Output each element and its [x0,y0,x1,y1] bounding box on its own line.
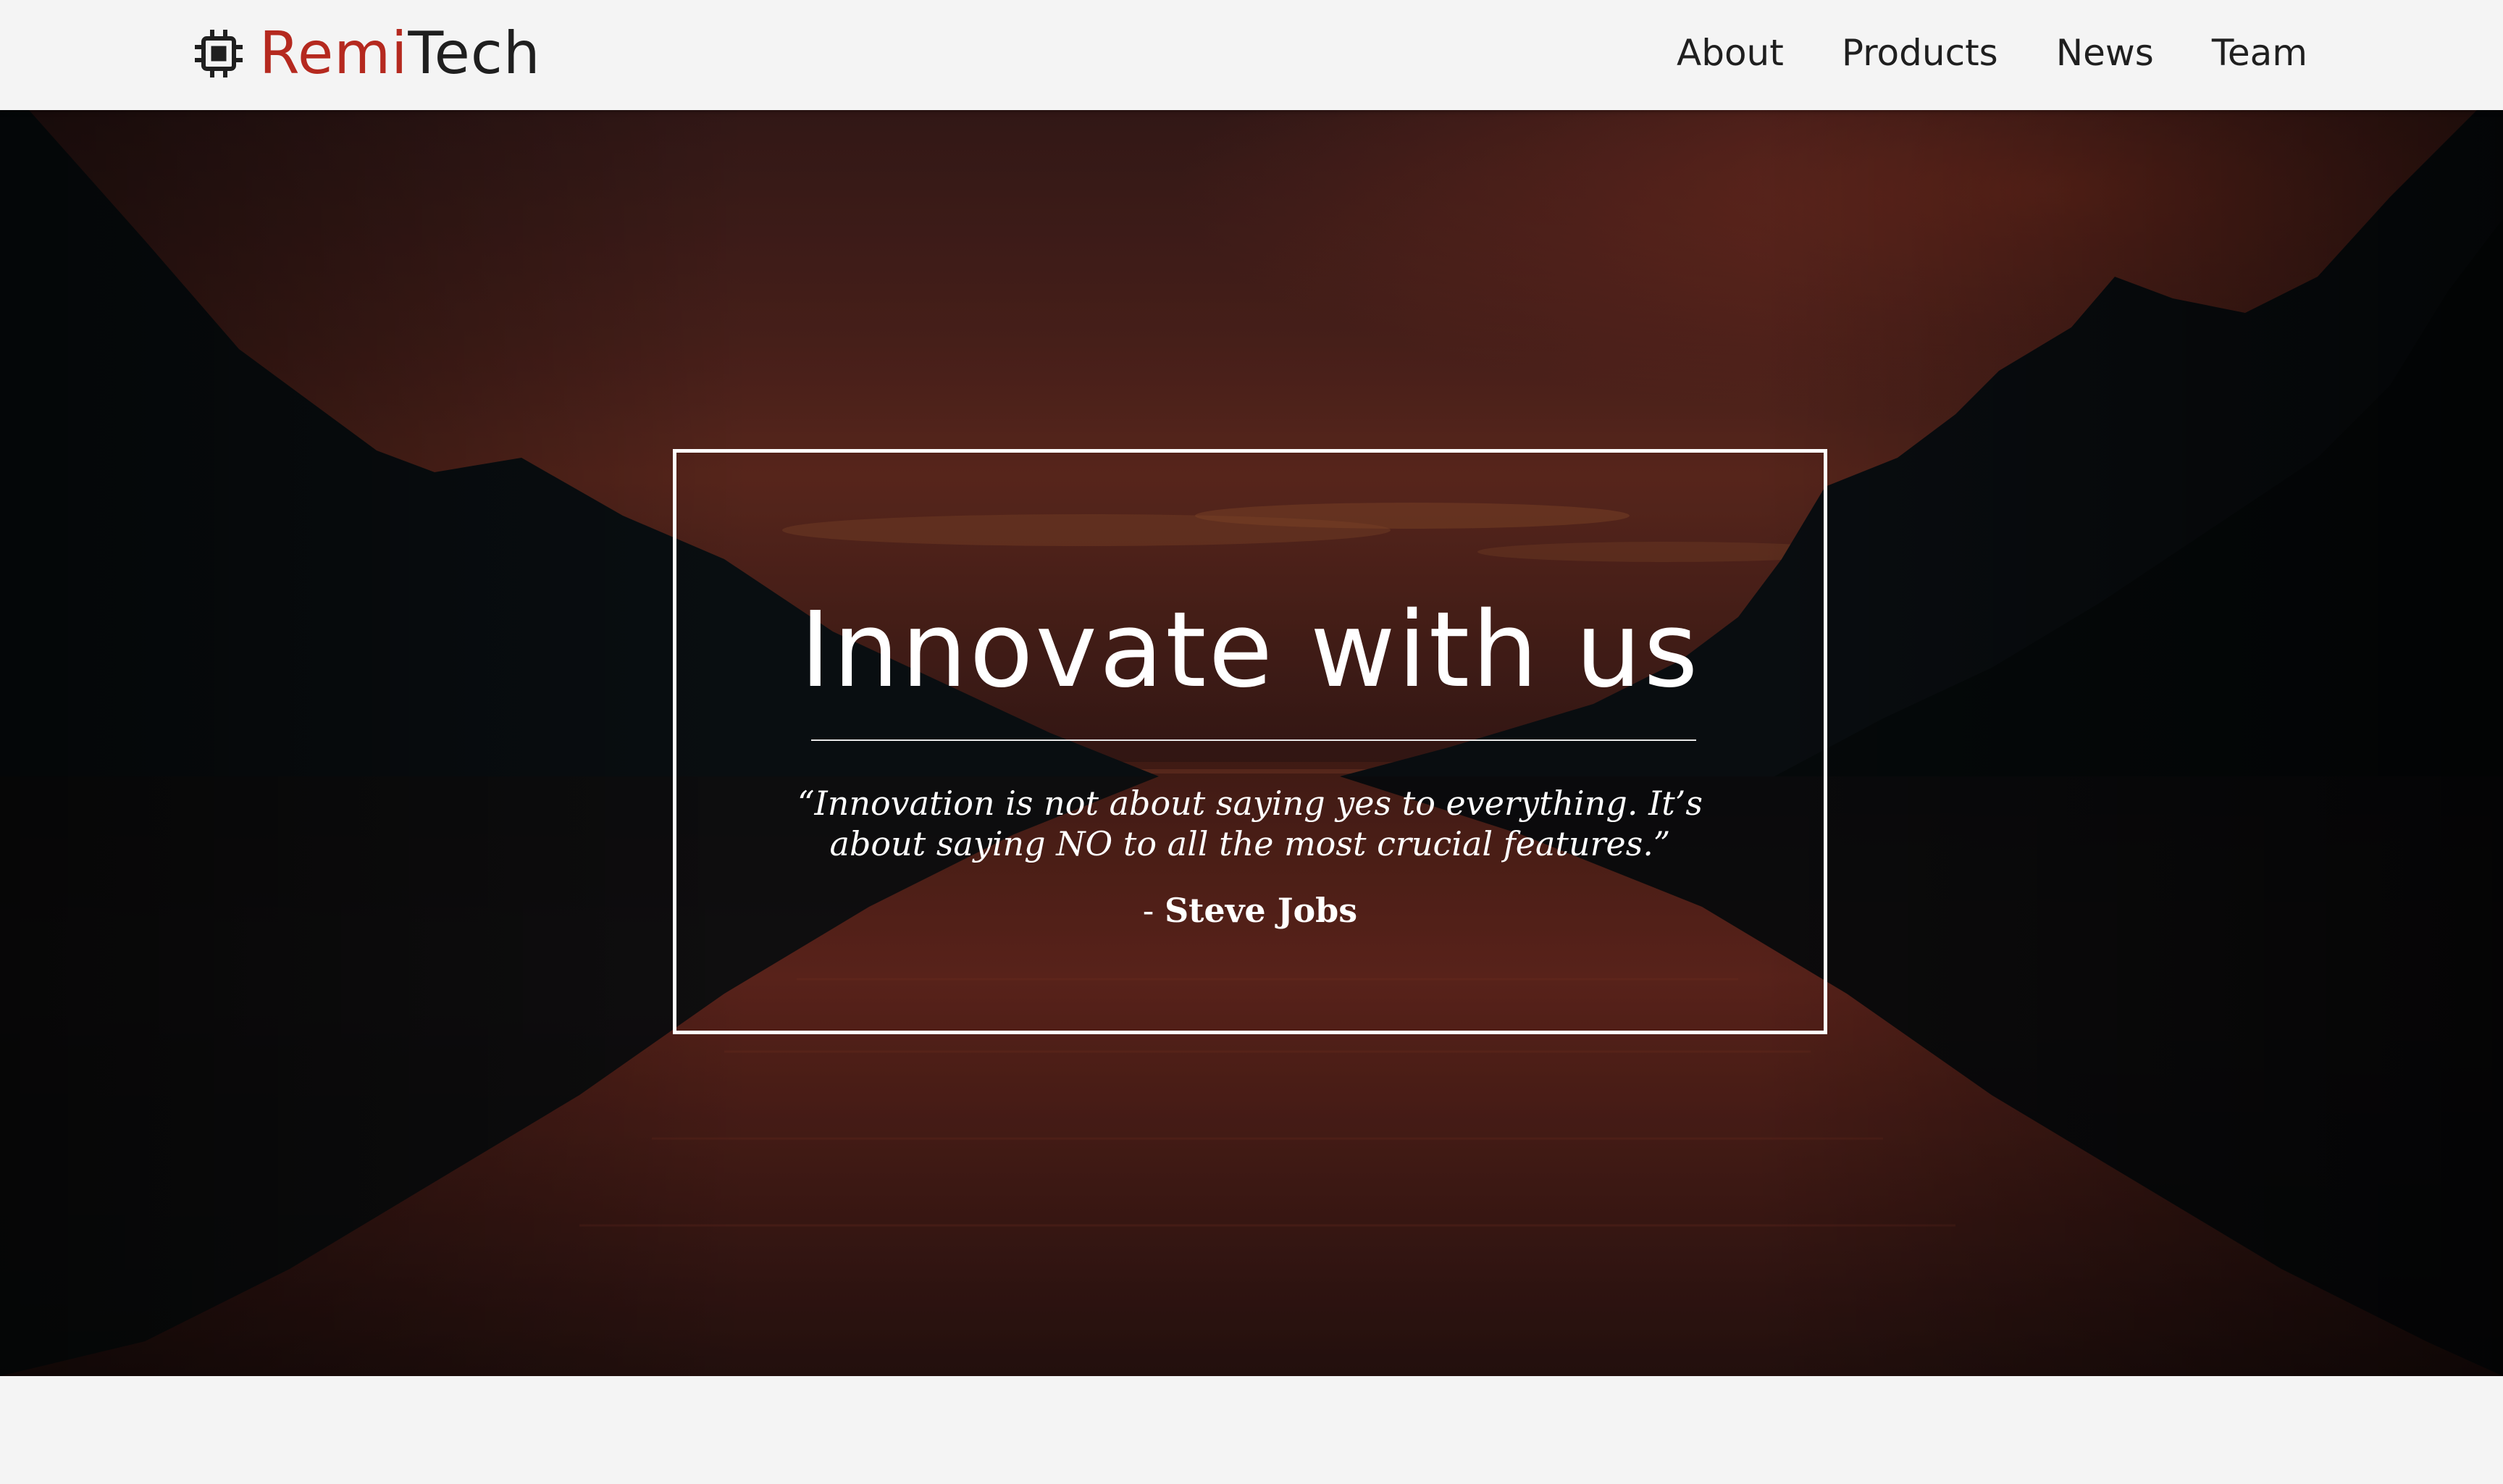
author-prefix: - [1142,891,1154,930]
nav-link-products[interactable]: Products [1842,28,1998,78]
hero-section: Innovate with us “Innovation is not abou… [0,110,2503,1376]
main-nav: About Products News Team [1677,28,2307,78]
quote-author: - Steve Jobs [676,890,1824,931]
nav-link-about[interactable]: About [1677,28,1784,78]
quote-frame: Innovate with us “Innovation is not abou… [673,449,1827,1034]
nav-link-news[interactable]: News [2056,28,2154,78]
author-name: Steve Jobs [1164,891,1358,930]
page-content-area [0,1376,2503,1484]
nav-link-team[interactable]: Team [2212,28,2307,78]
brand-logo-link[interactable]: RemiTech [193,17,541,90]
brand-name-part2: Tech [408,20,541,87]
title-divider [811,739,1696,741]
top-navbar: RemiTech About Products News Team [0,0,2503,110]
brand-name-part1: Remi [259,20,408,87]
brand-name: RemiTech [259,25,541,83]
hero-title: Innovate with us [800,589,1701,710]
hero-quote: “Innovation is not about saying yes to e… [797,784,1703,863]
chip-icon [195,30,243,77]
